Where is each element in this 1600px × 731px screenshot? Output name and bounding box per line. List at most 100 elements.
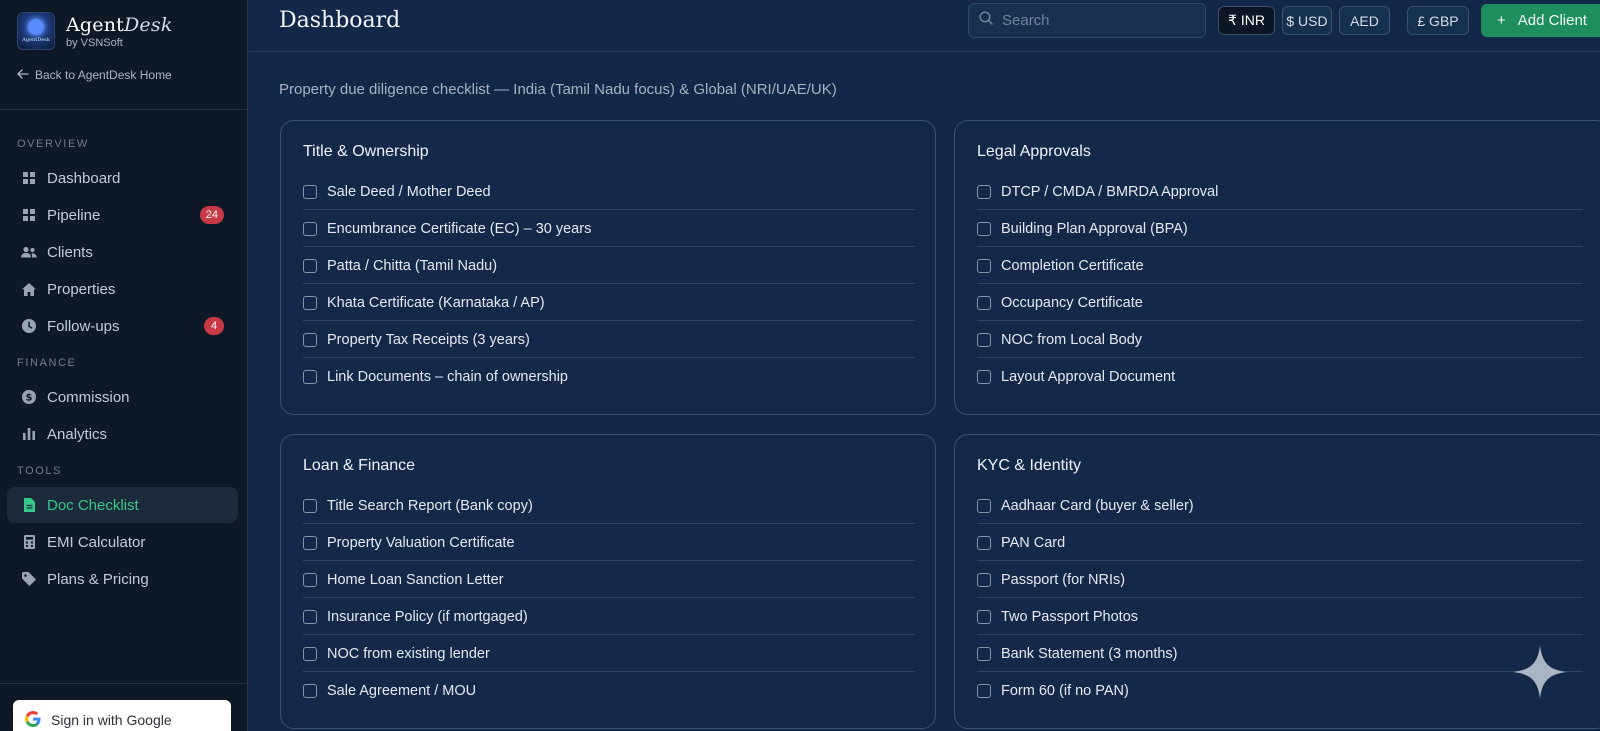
checkbox[interactable] bbox=[303, 332, 317, 347]
sidebar-divider bbox=[0, 109, 248, 110]
checklist-item[interactable]: PAN Card bbox=[977, 525, 1583, 561]
checkbox[interactable] bbox=[303, 221, 317, 236]
google-icon bbox=[25, 710, 41, 730]
sidebar-item-label: Plans & Pricing bbox=[47, 570, 149, 588]
add-client-button[interactable]: + Add Client bbox=[1481, 4, 1600, 37]
brand[interactable]: AgentDesk AgentDesk by VSNSoft bbox=[17, 12, 173, 50]
checklist-item[interactable]: Two Passport Photos bbox=[977, 599, 1583, 635]
sidebar-item-label: Doc Checklist bbox=[47, 496, 139, 514]
checklist-item[interactable]: Layout Approval Document bbox=[977, 359, 1583, 395]
document-icon bbox=[21, 497, 37, 513]
checkbox[interactable] bbox=[303, 684, 317, 698]
currency-gbp-button[interactable]: £ GBP bbox=[1407, 6, 1469, 35]
back-link-label: Back to AgentDesk Home bbox=[35, 68, 172, 82]
checkbox[interactable] bbox=[977, 332, 991, 347]
checkbox[interactable] bbox=[303, 184, 317, 199]
checklist-item[interactable]: Building Plan Approval (BPA) bbox=[977, 211, 1583, 247]
users-icon bbox=[21, 244, 37, 260]
checkbox[interactable] bbox=[303, 370, 317, 384]
checklist-item[interactable]: Completion Certificate bbox=[977, 248, 1583, 284]
checklist-item[interactable]: Title Search Report (Bank copy) bbox=[303, 488, 915, 524]
checkbox[interactable] bbox=[303, 646, 317, 661]
checklist-item[interactable]: Bank Statement (3 months) bbox=[977, 636, 1583, 672]
checklist-item[interactable]: Property Tax Receipts (3 years) bbox=[303, 322, 915, 358]
sidebar: AgentDesk AgentDesk by VSNSoft Back to A… bbox=[0, 0, 248, 731]
sidebar-item-analytics[interactable]: Analytics bbox=[7, 416, 238, 452]
google-signin-button[interactable]: Sign in with Google bbox=[13, 700, 231, 731]
checkbox[interactable] bbox=[977, 535, 991, 550]
sidebar-item-label: Analytics bbox=[47, 425, 108, 443]
checklist-item[interactable]: Khata Certificate (Karnataka / AP) bbox=[303, 285, 915, 321]
checklist-item[interactable]: Passport (for NRIs) bbox=[977, 562, 1583, 598]
checkbox[interactable] bbox=[977, 609, 991, 624]
grid-icon bbox=[21, 207, 37, 223]
checkbox[interactable] bbox=[977, 646, 991, 661]
sidebar-item-emi-calculator[interactable]: EMI Calculator bbox=[7, 524, 238, 560]
sidebar-item-pipeline[interactable]: Pipeline 24 bbox=[7, 197, 238, 233]
checkbox[interactable] bbox=[303, 498, 317, 513]
sidebar-item-commission[interactable]: $ Commission bbox=[7, 379, 238, 415]
checkbox[interactable] bbox=[977, 498, 991, 513]
sidebar-item-label: Commission bbox=[47, 388, 130, 406]
search-box[interactable] bbox=[968, 3, 1206, 38]
checkbox[interactable] bbox=[977, 370, 991, 384]
checklist-item[interactable]: Form 60 (if no PAN) bbox=[977, 673, 1583, 709]
currency-usd-button[interactable]: $ USD bbox=[1282, 6, 1332, 35]
checkbox[interactable] bbox=[977, 221, 991, 236]
checklist-item[interactable]: Link Documents – chain of ownership bbox=[303, 359, 915, 395]
sidebar-item-plans-pricing[interactable]: Plans & Pricing bbox=[7, 561, 238, 597]
brand-name: AgentDesk bbox=[66, 13, 173, 36]
checkbox[interactable] bbox=[303, 258, 317, 273]
sidebar-item-label: Dashboard bbox=[47, 169, 121, 187]
checkbox[interactable] bbox=[303, 535, 317, 550]
checklist-item[interactable]: NOC from existing lender bbox=[303, 636, 915, 672]
search-input[interactable] bbox=[1002, 12, 1192, 29]
section-label-overview: OVERVIEW bbox=[17, 138, 89, 150]
sidebar-item-clients[interactable]: Clients bbox=[7, 234, 238, 270]
checklist-item[interactable]: Property Valuation Certificate bbox=[303, 525, 915, 561]
checkbox[interactable] bbox=[303, 572, 317, 587]
checkbox[interactable] bbox=[977, 684, 991, 698]
currency-aed-button[interactable]: AED bbox=[1339, 6, 1390, 35]
follow-ups-count-badge: 4 bbox=[204, 317, 224, 335]
arrow-left-icon bbox=[17, 68, 29, 82]
checklist-item[interactable]: Home Loan Sanction Letter bbox=[303, 562, 915, 598]
app-logo: AgentDesk bbox=[17, 12, 55, 50]
checklist-item[interactable]: Patta / Chitta (Tamil Nadu) bbox=[303, 248, 915, 284]
sidebar-item-label: Clients bbox=[47, 243, 93, 261]
checklist-card-title-ownership: Title & Ownership Sale Deed / Mother Dee… bbox=[280, 120, 936, 415]
card-title: Legal Approvals bbox=[977, 143, 1091, 160]
checklist-item[interactable]: Sale Agreement / MOU bbox=[303, 673, 915, 709]
checklist-item[interactable]: DTCP / CMDA / BMRDA Approval bbox=[977, 174, 1583, 210]
sidebar-bottom-divider bbox=[0, 683, 248, 684]
grid-icon bbox=[21, 170, 37, 186]
sidebar-item-dashboard[interactable]: Dashboard bbox=[7, 160, 238, 196]
checklist-item[interactable]: Insurance Policy (if mortgaged) bbox=[303, 599, 915, 635]
checklist-item[interactable]: NOC from Local Body bbox=[977, 322, 1583, 358]
sidebar-item-follow-ups[interactable]: Follow-ups 4 bbox=[7, 308, 238, 344]
checkbox[interactable] bbox=[977, 258, 991, 273]
clock-icon bbox=[21, 318, 37, 334]
sidebar-item-properties[interactable]: Properties bbox=[7, 271, 238, 307]
dollar-icon: $ bbox=[21, 389, 37, 405]
back-to-home-link[interactable]: Back to AgentDesk Home bbox=[17, 68, 172, 82]
sidebar-item-doc-checklist[interactable]: Doc Checklist bbox=[7, 487, 238, 523]
checklist-card-legal-approvals: Legal Approvals DTCP / CMDA / BMRDA Appr… bbox=[954, 120, 1600, 415]
logo-text: AgentDesk bbox=[22, 37, 50, 43]
checklist-item[interactable]: Sale Deed / Mother Deed bbox=[303, 174, 915, 210]
card-title: Title & Ownership bbox=[303, 143, 429, 160]
card-title: Loan & Finance bbox=[303, 457, 416, 474]
checkbox[interactable] bbox=[303, 609, 317, 624]
section-label-tools: TOOLS bbox=[17, 465, 63, 477]
checklist-item[interactable]: Aadhaar Card (buyer & seller) bbox=[977, 488, 1583, 524]
checkbox[interactable] bbox=[303, 295, 317, 310]
checkbox[interactable] bbox=[977, 295, 991, 310]
checkbox[interactable] bbox=[977, 572, 991, 587]
page-title: Dashboard bbox=[279, 8, 401, 33]
section-label-finance: FINANCE bbox=[17, 357, 77, 369]
checkbox[interactable] bbox=[977, 184, 991, 199]
checklist-item[interactable]: Occupancy Certificate bbox=[977, 285, 1583, 321]
globe-icon bbox=[28, 19, 44, 35]
checklist-item[interactable]: Encumbrance Certificate (EC) – 30 years bbox=[303, 211, 915, 247]
currency-inr-button[interactable]: ₹ INR bbox=[1218, 6, 1275, 35]
